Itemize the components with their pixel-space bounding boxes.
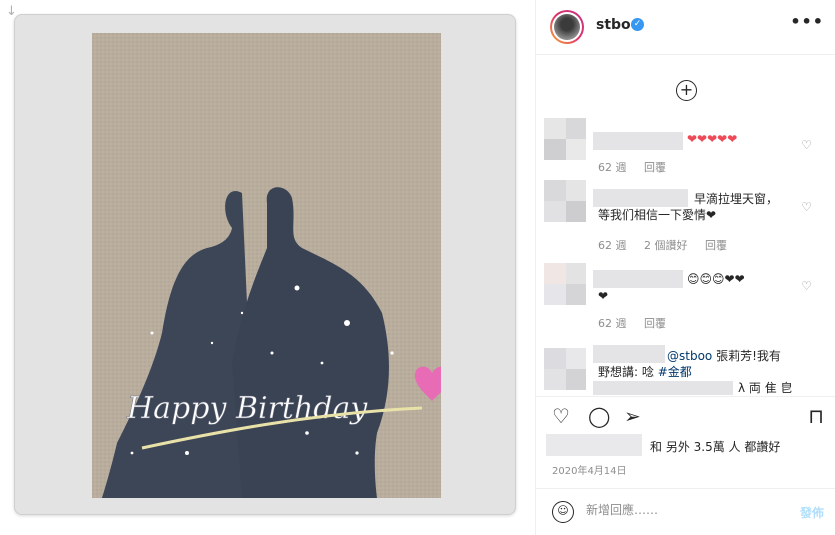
- comment-like-heart-icon[interactable]: ♡: [801, 138, 812, 152]
- comment-like-heart-icon[interactable]: ♡: [801, 200, 812, 214]
- reply-link[interactable]: 回覆: [644, 317, 666, 330]
- shadow-photo-graphic: Happy Birthday: [92, 33, 441, 498]
- commenter-text-blurred: [593, 381, 733, 395]
- comment-text: ❤❤❤❤❤: [687, 132, 738, 146]
- commenter-avatar[interactable]: [544, 348, 586, 390]
- comment-time[interactable]: 62 週: [598, 317, 627, 330]
- comment-likes[interactable]: 2 個讚好: [644, 239, 688, 252]
- load-more-comments-icon[interactable]: +: [676, 80, 697, 101]
- comment-text: 早滴拉埋天窗， 等我们相信一下愛情❤: [598, 192, 779, 222]
- comment-input[interactable]: [586, 503, 786, 517]
- commenter-name-blurred[interactable]: [593, 270, 683, 288]
- comment-meta: 62 週 回覆: [598, 159, 680, 175]
- comment-text-part: 野想講: 唸: [598, 365, 658, 379]
- comment-like-heart-icon[interactable]: ♡: [801, 279, 812, 293]
- more-options-icon[interactable]: •••: [790, 12, 824, 31]
- comment-text-line3: λ 両 隹 皀: [738, 381, 793, 395]
- heart-outline-icon[interactable]: ♡: [552, 405, 570, 427]
- hashtag-link[interactable]: #金都: [658, 365, 692, 379]
- comment-icon[interactable]: ◯: [588, 405, 610, 427]
- commenter-avatar[interactable]: [544, 180, 586, 222]
- liker-name-blurred[interactable]: [546, 434, 642, 456]
- commenter-name-blurred[interactable]: [593, 345, 665, 363]
- author-avatar[interactable]: [550, 10, 584, 44]
- emoji-icon[interactable]: ☺: [552, 501, 574, 523]
- post-sidebar: stboo ✓ ••• + ❤❤❤❤❤ 62 週 回覆 ♡ 早滴拉埋天窗， 等我…: [535, 0, 835, 535]
- comment-text-line2: 野想講: 唸 #金都: [598, 364, 692, 380]
- photo-overlay-text: Happy Birthday: [126, 391, 368, 426]
- comment-meta: 62 週 回覆: [598, 315, 680, 331]
- commenter-avatar[interactable]: [544, 263, 586, 305]
- post-photo[interactable]: Happy Birthday: [92, 33, 441, 498]
- likes-count-text[interactable]: 和 另外 3.5萬 人 都讚好: [650, 438, 780, 455]
- comment-text: @stboo 張莉芳!我有: [667, 348, 781, 364]
- comment-text-line2: ❤: [598, 289, 609, 303]
- post-date[interactable]: 2020年4月14日: [552, 462, 627, 477]
- comment-text: 😊😊😊❤❤: [687, 272, 745, 286]
- commenter-name-blurred[interactable]: [593, 132, 683, 150]
- commenter-avatar[interactable]: [544, 118, 586, 160]
- reply-link[interactable]: 回覆: [705, 239, 727, 252]
- comment-item: 早滴拉埋天窗， 等我们相信一下愛情❤ 62 週 2 個讚好 回覆 ♡: [536, 180, 835, 255]
- photo-frame: Happy Birthday: [14, 14, 516, 515]
- post-media-pane: ↓ Happy Birthday: [0, 0, 535, 535]
- comment-item: @stboo 張莉芳!我有 野想講: 唸 #金都 λ 両 隹 皀: [536, 343, 835, 396]
- post-header: stboo ✓ •••: [536, 0, 835, 55]
- bookmark-icon[interactable]: ⊓: [808, 405, 824, 427]
- post-actions-bar: ♡ ◯ ➢ ⊓: [536, 396, 835, 436]
- comment-time[interactable]: 62 週: [598, 161, 627, 174]
- comment-time[interactable]: 62 週: [598, 239, 627, 252]
- verified-badge-icon: ✓: [631, 18, 644, 31]
- comment-item: 😊😊😊❤❤ ❤ 62 週 回覆 ♡: [536, 263, 835, 335]
- add-comment-bar: ☺ 發佈: [536, 488, 835, 535]
- likes-summary: 和 另外 3.5萬 人 都讚好: [546, 434, 826, 456]
- post-comment-button[interactable]: 發佈: [800, 504, 824, 521]
- comment-meta: 62 週 2 個讚好 回覆: [598, 237, 741, 253]
- comment-text-part: 張莉芳!我有: [712, 349, 781, 363]
- comment-item: ❤❤❤❤❤ 62 週 回覆 ♡: [536, 118, 835, 178]
- reply-link[interactable]: 回覆: [644, 161, 666, 174]
- paper-plane-icon[interactable]: ➢: [624, 405, 641, 427]
- mention-link[interactable]: @stboo: [667, 349, 712, 363]
